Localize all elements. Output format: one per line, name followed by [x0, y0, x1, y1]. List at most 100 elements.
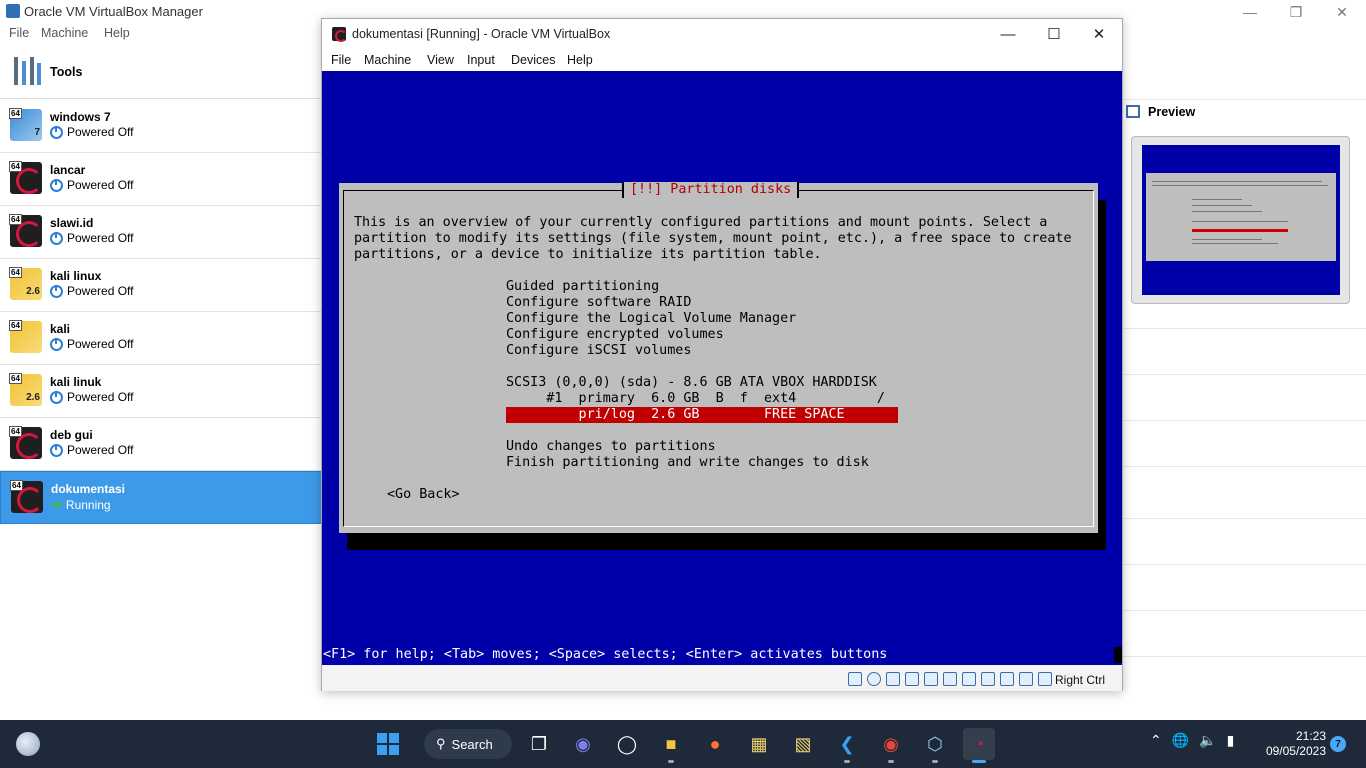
vm-maximize-button[interactable]: ☐: [1031, 19, 1077, 49]
partition-dialog: [!!] Partition disks This is an overview…: [339, 182, 1098, 533]
guest-screen[interactable]: [!!] Partition disks This is an overview…: [322, 71, 1122, 665]
vm-status: Powered Off: [50, 231, 133, 245]
powered-off-icon: [50, 284, 63, 298]
vm-item-kali-linux[interactable]: 64 2.6 kali linux Powered Off: [0, 259, 322, 312]
vm-window-menubar: File Machine View Input Devices Help: [322, 49, 1122, 71]
menu-file[interactable]: File: [9, 26, 29, 40]
option-undo-changes[interactable]: Undo changes to partitions: [506, 439, 716, 455]
preview-label: Preview: [1148, 105, 1196, 119]
vm-item-kali-linuk[interactable]: 64 2.6 kali linuk Powered Off: [0, 365, 322, 418]
app-icon[interactable]: ◯: [611, 728, 643, 760]
python-icon[interactable]: ▦: [743, 728, 775, 760]
debian-vm-taskbar-icon[interactable]: ◔: [963, 728, 995, 763]
display-icon[interactable]: [962, 672, 976, 686]
vm-item-windows-7[interactable]: 64 7 windows 7 Powered Off: [0, 100, 322, 153]
network-icon[interactable]: [905, 672, 919, 686]
keyboard-capture-icon[interactable]: [1038, 672, 1052, 686]
text-cursor: [1114, 647, 1122, 663]
taskbar-search[interactable]: ⚲ Search: [424, 729, 512, 759]
vm-item-deb-gui[interactable]: 64 deb gui Powered Off: [0, 418, 322, 471]
clock[interactable]: 21:23 09/05/2023: [1258, 729, 1326, 759]
vm-name: deb gui: [50, 428, 93, 442]
vm-name: windows 7: [50, 110, 111, 124]
debian-os-icon: 64: [9, 161, 42, 194]
option-configure-encrypted-volumes[interactable]: Configure encrypted volumes: [506, 327, 724, 343]
manager-title: Oracle VM VirtualBox Manager: [24, 4, 203, 19]
file-explorer-icon[interactable]: ■: [655, 728, 687, 763]
installer-help-line: <F1> for help; <Tab> moves; <Space> sele…: [323, 647, 888, 662]
vm-close-button[interactable]: ✕: [1076, 19, 1122, 49]
weather-icon[interactable]: [16, 732, 40, 756]
vm-item-kali[interactable]: 64 kali Powered Off: [0, 312, 322, 365]
option-configure-software-raid[interactable]: Configure software RAID: [506, 295, 691, 311]
vm-item-slawi-id[interactable]: 64 slawi.id Powered Off: [0, 206, 322, 259]
vm-item-lancar[interactable]: 64 lancar Powered Off: [0, 153, 322, 206]
notification-badge[interactable]: 7: [1330, 736, 1346, 752]
preview-screen: [1142, 145, 1340, 295]
audio-icon[interactable]: [886, 672, 900, 686]
powered-off-icon: [50, 337, 63, 351]
chevron-up-icon[interactable]: ⌃: [1150, 732, 1162, 749]
vm-menu-devices[interactable]: Devices: [511, 53, 555, 67]
running-arrow-icon: ➜: [51, 497, 62, 512]
preview-thumbnail: [1131, 136, 1350, 304]
menu-machine[interactable]: Machine: [41, 26, 88, 40]
chrome-icon[interactable]: ◉: [875, 728, 907, 763]
firefox-icon[interactable]: ●: [699, 728, 731, 760]
usb-icon[interactable]: [924, 672, 938, 686]
option-configure-lvm[interactable]: Configure the Logical Volume Manager: [506, 311, 796, 327]
linux-2-6-os-icon: 64 2.6: [9, 373, 42, 406]
intro-text-line: This is an overview of your currently co…: [354, 215, 1048, 230]
option-guided-partitioning[interactable]: Guided partitioning: [506, 279, 659, 295]
menu-help[interactable]: Help: [104, 26, 130, 40]
powered-off-icon: [50, 231, 63, 245]
vscode-icon[interactable]: ❮: [831, 728, 863, 763]
vm-minimize-button[interactable]: —: [985, 19, 1031, 49]
hard-disk-icon[interactable]: [848, 672, 862, 686]
mouse-integration-icon[interactable]: [1019, 672, 1033, 686]
option-finish-partitioning[interactable]: Finish partitioning and write changes to…: [506, 455, 869, 471]
task-view-icon[interactable]: ❐: [523, 728, 555, 760]
free-space-entry-selected[interactable]: pri/log 2.6 GB FREE SPACE: [506, 407, 898, 423]
start-button[interactable]: [372, 728, 404, 760]
search-icon: ⚲: [436, 736, 446, 751]
battery-icon[interactable]: ▮: [1227, 732, 1235, 749]
language-icon[interactable]: 🌐: [1172, 732, 1189, 749]
vm-window-title: dokumentasi [Running] - Oracle VM Virtua…: [352, 27, 611, 41]
preview-dialog: [1146, 173, 1336, 261]
vm-menu-machine[interactable]: Machine: [364, 53, 411, 67]
option-configure-iscsi-volumes[interactable]: Configure iSCSI volumes: [506, 343, 691, 359]
vm-list-sidebar: Tools 64 7 windows 7 Powered Off 64 lanca…: [0, 44, 322, 524]
partition-entry[interactable]: #1 primary 6.0 GB B f ext4 /: [506, 391, 885, 407]
preview-icon: [1126, 105, 1140, 118]
go-back-button[interactable]: <Go Back>: [387, 487, 460, 503]
chat-icon[interactable]: ◉: [567, 728, 599, 760]
vm-status: Powered Off: [50, 337, 133, 351]
vm-menu-file[interactable]: File: [331, 53, 351, 67]
minimize-button[interactable]: —: [1227, 0, 1273, 24]
restore-button[interactable]: ❐: [1273, 0, 1319, 24]
shared-folders-icon[interactable]: [943, 672, 957, 686]
vm-status: ➜ Running: [51, 497, 111, 512]
clock-date: 09/05/2023: [1265, 744, 1326, 758]
powered-off-icon: [50, 178, 63, 192]
virtualization-icon[interactable]: [1000, 672, 1014, 686]
debian-os-icon: 64: [9, 214, 42, 247]
vm-item-dokumentasi[interactable]: 64 dokumentasi ➜ Running: [0, 471, 322, 524]
vm-menu-help[interactable]: Help: [567, 53, 593, 67]
tools-item[interactable]: Tools: [0, 44, 322, 99]
close-button[interactable]: ✕: [1319, 0, 1365, 24]
linux-os-icon: 64: [9, 320, 42, 353]
optical-drive-icon[interactable]: [867, 672, 881, 686]
virtualbox-icon[interactable]: ⬡: [919, 728, 951, 763]
python-file-icon[interactable]: ▧: [787, 728, 819, 760]
vm-menu-input[interactable]: Input: [467, 53, 495, 67]
clock-time: 21:23: [1295, 729, 1326, 743]
preview-section-header[interactable]: Preview: [1122, 100, 1366, 124]
vm-menu-view[interactable]: View: [427, 53, 454, 67]
volume-icon[interactable]: 🔈: [1199, 732, 1216, 749]
disk-entry[interactable]: SCSI3 (0,0,0) (sda) - 8.6 GB ATA VBOX HA…: [506, 375, 877, 391]
video-capture-icon[interactable]: [981, 672, 995, 686]
debian-os-icon: 64: [9, 426, 42, 459]
system-tray: ⌃ 🌐 🔈 ▮: [1150, 732, 1234, 749]
